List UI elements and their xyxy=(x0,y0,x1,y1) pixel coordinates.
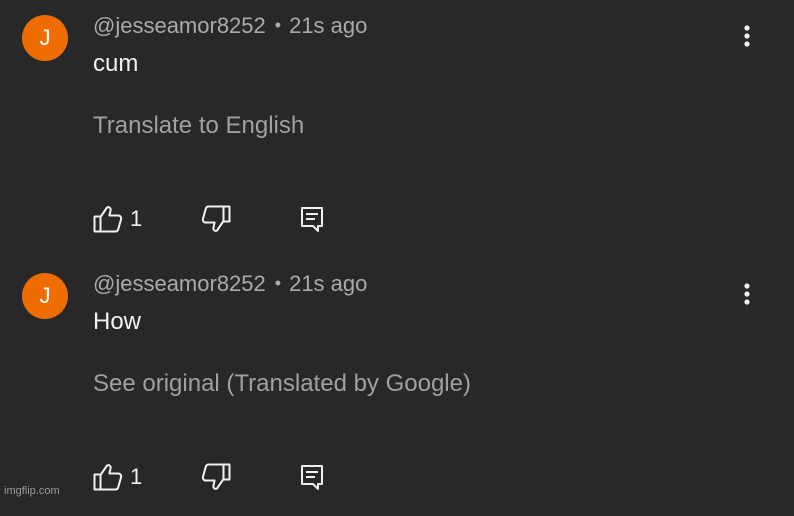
avatar[interactable]: J xyxy=(22,15,68,61)
thumbs-up-icon xyxy=(93,464,123,491)
imgflip-watermark: imgflip.com xyxy=(4,485,60,497)
separator-dot: • xyxy=(274,273,282,293)
more-vertical-icon xyxy=(744,25,750,47)
dislike-button[interactable] xyxy=(200,462,232,492)
like-count: 1 xyxy=(130,206,143,231)
avatar[interactable]: J xyxy=(22,273,68,319)
comment-icon xyxy=(301,207,323,232)
comment-header: @jesseamor8252 • 21s ago xyxy=(93,271,367,297)
reply-button[interactable] xyxy=(299,204,325,234)
like-button[interactable]: 1 xyxy=(92,462,152,492)
comment-text: cum xyxy=(93,50,139,77)
reply-button[interactable] xyxy=(299,462,325,492)
author-handle[interactable]: @jesseamor8252 xyxy=(93,13,266,38)
author-handle[interactable]: @jesseamor8252 xyxy=(93,271,266,296)
comment-item: J @jesseamor8252 • 21s ago cum Translate t… xyxy=(0,0,794,258)
like-button[interactable]: 1 xyxy=(92,204,152,234)
translate-link[interactable]: Translate to English xyxy=(93,112,304,140)
like-count: 1 xyxy=(130,464,143,489)
separator-dot: • xyxy=(274,15,282,35)
comment-header: @jesseamor8252 • 21s ago xyxy=(93,13,367,39)
timestamp[interactable]: 21s ago xyxy=(289,271,367,296)
comment-icon xyxy=(301,465,323,490)
more-options-button[interactable] xyxy=(734,20,760,52)
timestamp[interactable]: 21s ago xyxy=(289,13,367,38)
more-options-button[interactable] xyxy=(734,278,760,310)
dislike-button[interactable] xyxy=(200,204,232,234)
see-original-link[interactable]: See original (Translated by Google) xyxy=(93,370,471,398)
more-vertical-icon xyxy=(744,283,750,305)
thumbs-up-icon xyxy=(93,206,123,233)
comment-text: How xyxy=(93,308,142,335)
comment-item: J @jesseamor8252 • 21s ago How See origina… xyxy=(0,258,794,516)
thumbs-down-icon xyxy=(201,205,231,232)
thumbs-down-icon xyxy=(201,463,231,490)
